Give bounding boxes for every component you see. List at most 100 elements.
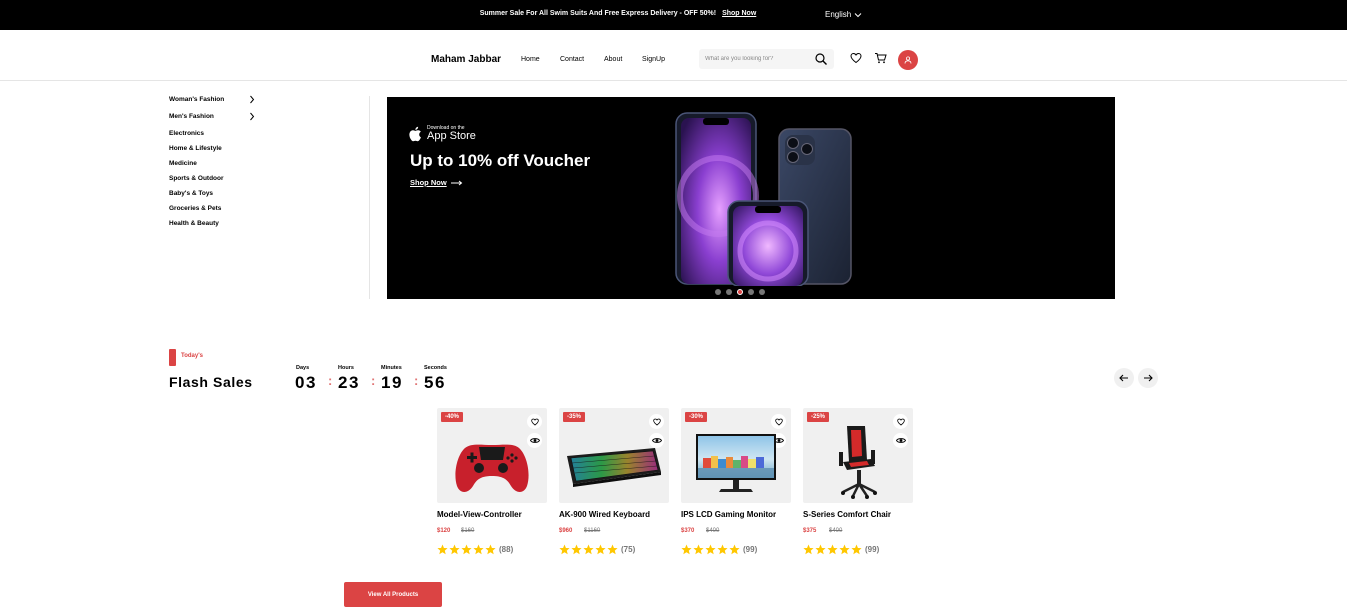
countdown-days-label: Days <box>296 365 310 371</box>
product-name[interactable]: S-Series Comfort Chair <box>803 510 891 519</box>
countdown-minutes-value: 19 <box>381 373 403 392</box>
category-electronics[interactable]: Electronics <box>169 130 204 137</box>
heart-icon <box>530 418 539 426</box>
next-arrow-button[interactable] <box>1138 368 1158 388</box>
category-mens-fashion[interactable]: Men's Fashion <box>169 112 255 121</box>
product-card[interactable]: -35% AK-900 Wired Keyboard $960 $1160 (7… <box>559 408 669 555</box>
chair-image <box>839 426 877 499</box>
discount-badge: -25% <box>807 412 830 422</box>
category-womans-fashion[interactable]: Woman's Fashion <box>169 95 255 104</box>
carousel-dot-1[interactable] <box>715 289 721 295</box>
carousel-dots <box>715 289 765 295</box>
heart-icon[interactable] <box>850 52 862 64</box>
prev-arrow-button[interactable] <box>1114 368 1134 388</box>
nav-home[interactable]: Home <box>521 56 540 63</box>
carousel-dot-5[interactable] <box>759 289 765 295</box>
account-avatar[interactable] <box>898 50 918 70</box>
rating-stars <box>437 544 496 555</box>
promo-message: Summer Sale For All Swim Suits And Free … <box>0 10 1236 17</box>
product-card[interactable]: -25% S-Series Comfort Chair $375 $400 (9… <box>803 408 913 555</box>
category-health-beauty[interactable]: Health & Beauty <box>169 220 219 227</box>
product-old-price: $1160 <box>584 528 601 534</box>
category-label: Men's Fashion <box>169 113 214 120</box>
product-name[interactable]: AK-900 Wired Keyboard <box>559 510 650 519</box>
heart-icon <box>896 418 905 426</box>
view-all-products-button[interactable]: View All Products <box>344 582 442 607</box>
countdown-separator: : <box>414 373 419 388</box>
product-card[interactable]: -30% IPS LCD Gaming Monitor $370 $400 (9… <box>681 408 791 555</box>
arrow-right-icon <box>1144 374 1153 382</box>
nav-contact[interactable]: Contact <box>560 56 584 63</box>
countdown-minutes-label: Minutes <box>381 365 402 371</box>
language-selector[interactable]: English <box>825 10 862 19</box>
arrow-right-icon <box>450 180 462 185</box>
cart-icon[interactable] <box>874 52 887 64</box>
star-icon <box>583 544 594 555</box>
keyboard-image <box>567 448 661 487</box>
product-image-box: -25% <box>803 408 913 503</box>
product-card[interactable]: -40% Model-View-Controller $120 $160 (88… <box>437 408 547 555</box>
star-icon <box>681 544 692 555</box>
category-home-lifestyle[interactable]: Home & Lifestyle <box>169 145 222 152</box>
category-groceries-pets[interactable]: Groceries & Pets <box>169 205 221 212</box>
category-medicine[interactable]: Medicine <box>169 160 197 167</box>
product-price: $375 <box>803 528 817 534</box>
carousel-dot-4[interactable] <box>748 289 754 295</box>
category-babys-toys[interactable]: Baby's & Toys <box>169 190 213 197</box>
countdown-hours-value: 23 <box>338 373 360 392</box>
arrow-left-icon <box>1119 374 1128 382</box>
heart-icon <box>774 418 783 426</box>
star-icon <box>705 544 716 555</box>
nav-about[interactable]: About <box>604 56 622 63</box>
iphone-image <box>675 112 852 286</box>
product-old-price: $160 <box>461 528 475 534</box>
product-price: $370 <box>681 528 695 534</box>
carousel-dot-2[interactable] <box>726 289 732 295</box>
language-label: English <box>825 10 852 19</box>
promo-shop-now-link[interactable]: Shop Now <box>722 10 756 17</box>
search-icon[interactable] <box>814 52 828 66</box>
nav-signup[interactable]: SignUp <box>642 56 665 63</box>
countdown-separator: : <box>371 373 376 388</box>
rating-stars <box>559 544 618 555</box>
hero-banner[interactable]: Download on the App Store Up to 10% off … <box>387 97 1115 299</box>
monitor-image <box>696 434 776 492</box>
star-icon <box>803 544 814 555</box>
carousel-dot-3-active[interactable] <box>737 289 743 295</box>
review-count: (99) <box>865 545 880 554</box>
discount-badge: -35% <box>563 412 586 422</box>
product-old-price: $400 <box>829 528 843 534</box>
search-input[interactable] <box>705 53 805 65</box>
star-icon <box>461 544 472 555</box>
chevron-right-icon <box>250 112 255 121</box>
star-icon <box>839 544 850 555</box>
countdown-hours-label: Hours <box>338 365 354 371</box>
category-sports-outdoor[interactable]: Sports & Outdoor <box>169 175 224 182</box>
star-icon <box>437 544 448 555</box>
banner-cta-label: Shop Now <box>410 178 447 187</box>
star-icon <box>595 544 606 555</box>
product-price: $960 <box>559 528 573 534</box>
rating-stars <box>681 544 740 555</box>
star-icon <box>827 544 838 555</box>
product-price: $120 <box>437 528 451 534</box>
star-icon <box>607 544 618 555</box>
product-image-box: -30% <box>681 408 791 503</box>
product-image-box: -35% <box>559 408 669 503</box>
product-name[interactable]: Model-View-Controller <box>437 510 522 519</box>
main-header: Maham Jabbar Home Contact About SignUp <box>0 30 1347 81</box>
promo-text: Summer Sale For All Swim Suits And Free … <box>479 10 717 17</box>
section-marker <box>169 349 176 366</box>
review-count: (99) <box>743 545 758 554</box>
apple-logo-icon <box>409 126 421 141</box>
countdown-days-value: 03 <box>295 373 317 392</box>
product-name[interactable]: IPS LCD Gaming Monitor <box>681 510 776 519</box>
star-icon <box>717 544 728 555</box>
store-big-text: App Store <box>427 130 476 142</box>
app-store-badge: Download on the App Store <box>408 125 476 142</box>
banner-shop-now-link[interactable]: Shop Now <box>410 178 463 187</box>
product-old-price: $400 <box>706 528 720 534</box>
review-count: (75) <box>621 545 636 554</box>
site-logo[interactable]: Maham Jabbar <box>431 54 501 65</box>
category-sidebar: Woman's Fashion Men's Fashion Electronic… <box>169 95 370 299</box>
